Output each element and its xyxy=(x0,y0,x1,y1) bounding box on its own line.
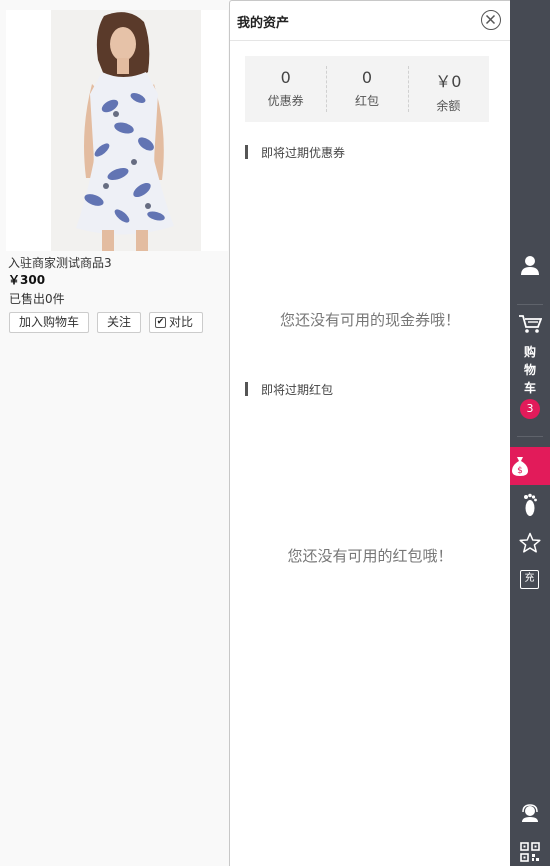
footprint-icon xyxy=(524,493,537,516)
stat-bonus[interactable]: 0 红包 xyxy=(326,56,407,122)
product-card: 入驻商家测试商品3 ￥300 已售出0件 加入购物车 关注 ✔ 对比 xyxy=(0,0,230,866)
close-button[interactable] xyxy=(481,10,501,30)
user-icon xyxy=(521,256,539,275)
user-button[interactable] xyxy=(510,254,550,280)
coupon-section-title: 即将过期优惠券 xyxy=(245,144,345,161)
customer-service-icon xyxy=(522,804,538,822)
stat-label: 余额 xyxy=(436,99,461,113)
panel-header: 我的资产 xyxy=(230,1,510,41)
svg-text:$: $ xyxy=(517,466,523,476)
qr-code-button[interactable] xyxy=(510,842,550,866)
sold-count: 已售出0件 xyxy=(9,292,65,306)
dress-photo-icon xyxy=(6,10,228,251)
follow-button[interactable]: 关注 xyxy=(97,312,141,333)
qr-code-icon xyxy=(520,842,540,862)
product-name[interactable]: 入驻商家测试商品3 xyxy=(8,254,112,271)
cart-label-text: 购物车 xyxy=(523,345,536,395)
stat-coupon[interactable]: 0 优惠券 xyxy=(245,56,326,122)
customer-service-button[interactable] xyxy=(510,803,550,827)
toolbar-divider xyxy=(517,304,543,305)
right-toolbar: 购物车 3 $ 充 xyxy=(510,0,550,866)
asset-stats: 0 优惠券 0 红包 ￥0 余额 xyxy=(245,56,489,122)
compare-label: 对比 xyxy=(169,315,194,329)
panel-title: 我的资产 xyxy=(237,16,290,31)
recharge-button[interactable]: 充 xyxy=(520,570,539,589)
compare-checkbox[interactable]: ✔ xyxy=(155,317,166,328)
stat-value: 0 xyxy=(280,68,291,87)
cart-label[interactable]: 购物车 xyxy=(510,343,550,397)
cart-button[interactable] xyxy=(510,314,550,338)
stat-value: 0 xyxy=(361,68,373,87)
star-icon xyxy=(519,532,541,553)
stat-value: ￥0 xyxy=(435,72,462,91)
stat-label: 优惠券 xyxy=(267,94,304,108)
stat-label: 红包 xyxy=(354,94,379,108)
close-icon xyxy=(485,14,496,25)
coupon-empty-text: 您还没有可用的现金券哦！ xyxy=(279,311,460,329)
assets-button[interactable]: $ xyxy=(510,447,550,485)
asset-panel: 我的资产 0 优惠券 0 红包 ￥0 余额 即将过期优惠券 您还没有可用的现金券… xyxy=(229,0,510,866)
compare-toggle[interactable]: ✔ 对比 xyxy=(149,312,203,333)
money-bag-icon: $ xyxy=(512,457,528,476)
cart-icon xyxy=(519,315,543,333)
footprint-button[interactable] xyxy=(510,493,550,523)
bonus-section-title: 即将过期红包 xyxy=(245,381,333,398)
add-to-cart-button[interactable]: 加入购物车 xyxy=(9,312,89,333)
product-image[interactable] xyxy=(6,10,228,251)
toolbar-divider xyxy=(517,436,543,437)
cart-count-badge: 3 xyxy=(520,399,540,419)
product-price: ￥300 xyxy=(8,273,46,287)
favorites-button[interactable] xyxy=(510,532,550,558)
stat-balance[interactable]: ￥0 余额 xyxy=(407,56,489,122)
bonus-empty-text: 您还没有可用的红包哦！ xyxy=(287,547,453,565)
